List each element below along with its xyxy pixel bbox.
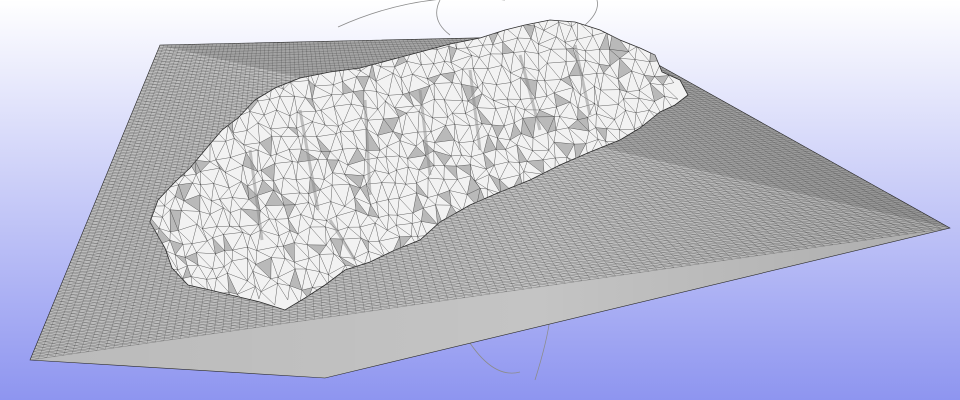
3d-viewport[interactable] [0,0,960,400]
terrain-mesh-render[interactable] [0,0,960,400]
